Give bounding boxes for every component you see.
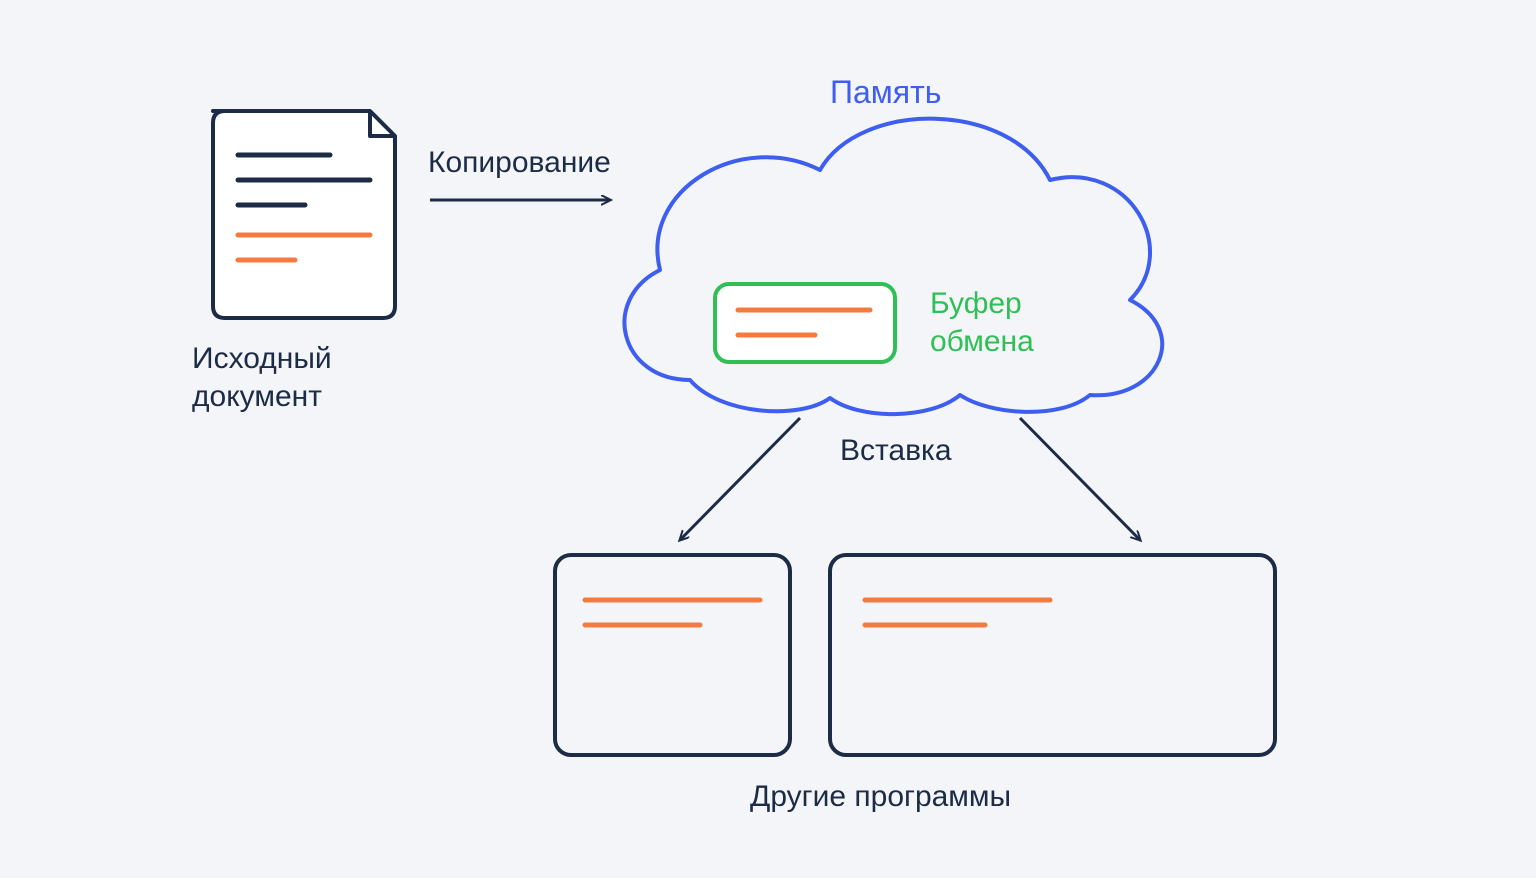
label-other-programs: Другие программы — [750, 778, 1011, 816]
diagram-svg — [0, 0, 1536, 878]
program-window-1 — [555, 555, 790, 755]
label-source-document: Исходный документ — [192, 340, 332, 415]
clipboard-card-icon — [715, 284, 895, 362]
label-clipboard: Буфер обмена — [930, 285, 1034, 360]
memory-cloud-icon — [624, 119, 1162, 414]
diagram-stage: Исходный документ Копирование Память Буф… — [0, 0, 1536, 878]
label-paste: Вставка — [840, 432, 952, 470]
label-memory: Память — [830, 72, 941, 112]
arrow-paste-left — [680, 418, 800, 540]
arrow-paste-right — [1020, 418, 1140, 540]
source-document-icon — [213, 111, 395, 318]
program-window-2 — [830, 555, 1275, 755]
label-copy: Копирование — [428, 144, 611, 182]
